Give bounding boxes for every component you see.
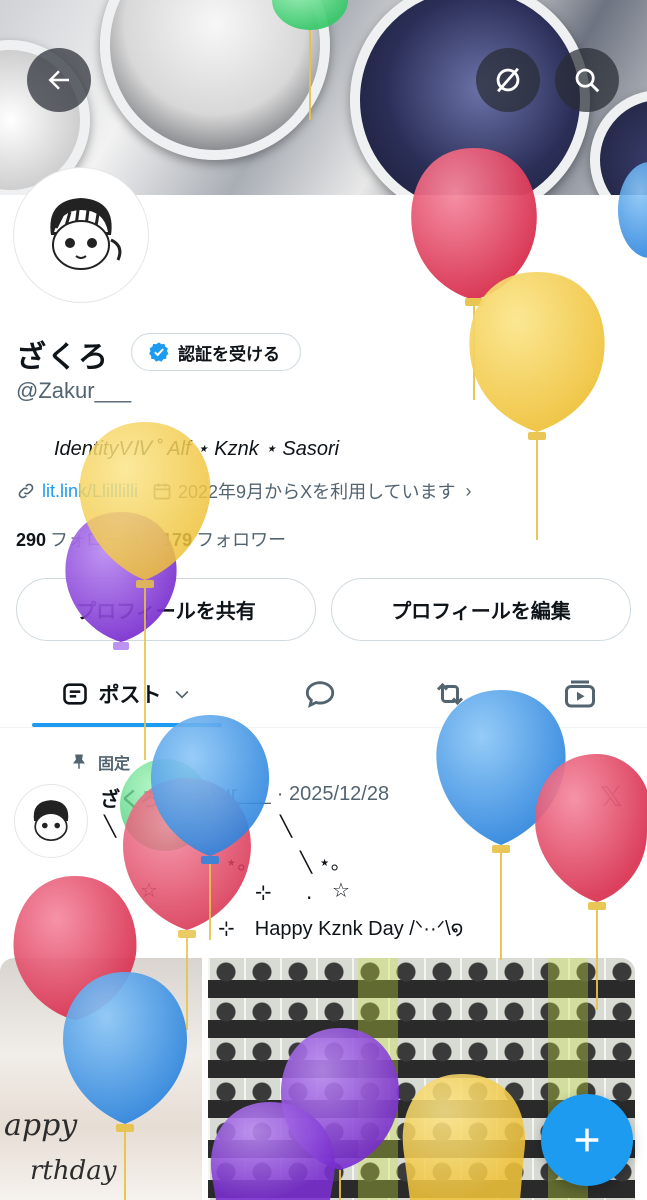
search-icon [575, 68, 600, 93]
share-profile-button[interactable]: プロフィールを共有 [16, 578, 316, 641]
active-tab-indicator [32, 723, 222, 727]
chevron-right-icon[interactable]: › [466, 481, 472, 502]
profile-link[interactable]: lit.link/Llilllilli [42, 481, 138, 502]
joined-date: 2022年9月からXを利用しています [178, 482, 456, 502]
avatar-drawing [33, 800, 69, 842]
deco-star: . [306, 880, 313, 904]
deco-star: ⋆｡ [225, 850, 248, 874]
grok-button[interactable] [476, 48, 540, 112]
back-button[interactable] [27, 48, 91, 112]
post-media-image[interactable]: appy rthday [0, 958, 202, 1200]
edit-profile-button[interactable]: プロフィールを編集 [331, 578, 631, 641]
search-button[interactable] [555, 48, 619, 112]
banner-badge [100, 0, 330, 160]
deco-star: ☆ [332, 878, 350, 902]
balloon [469, 272, 605, 540]
profile-tabs: ポスト [0, 660, 647, 728]
profile-meta: lit.link/Llilllilli 2022年9月からXを利用しています › [16, 478, 472, 504]
deco-star: ⊹ [255, 880, 272, 904]
follow-stats: 290 フォロー中 179 フォロワー [16, 526, 286, 552]
post-date: · 2025/12/28 [276, 783, 390, 805]
display-name: ざくろ [16, 340, 109, 375]
post-header: ざくろ @Zakur___ · 2025/12/28 [100, 783, 389, 812]
bio: IdentityVⅣ ˚ Alf ⋆ Kznk ⋆ Sasori [54, 438, 340, 460]
chevron-down-icon [175, 690, 188, 699]
followers-link[interactable]: 179 フォロワー [162, 526, 286, 552]
calendar-icon [153, 483, 171, 500]
following-link[interactable]: 290 フォロー中 [16, 526, 140, 552]
plus-icon [575, 1128, 599, 1152]
verify-button[interactable]: 認証を受ける [131, 333, 301, 371]
avatar[interactable] [14, 168, 148, 302]
tab-posts[interactable]: ポスト [30, 660, 222, 728]
tab-replies[interactable] [290, 660, 350, 728]
posts-icon [62, 683, 87, 705]
post-author-handle[interactable]: @Zakur___ [166, 783, 271, 812]
profile-banner[interactable] [0, 0, 647, 195]
tab-media[interactable] [550, 660, 610, 728]
arrow-left-icon [48, 70, 69, 90]
balloon [150, 715, 270, 940]
reply-icon [305, 681, 335, 708]
media-caption: rthday [30, 1156, 117, 1186]
tab-reposts[interactable] [420, 660, 480, 728]
deco-line: ╲ [104, 814, 117, 838]
avatar-drawing [50, 198, 122, 270]
pin-icon [73, 754, 85, 769]
handle: @Zakur___ [16, 378, 132, 403]
tab-posts-label: ポスト [98, 683, 162, 707]
post-author-name[interactable]: ざくろ [100, 783, 160, 812]
deco-line: ╲ ⋆｡ [300, 850, 341, 874]
x-logo-icon: 𝕏 [600, 780, 623, 813]
repost-icon [436, 682, 464, 706]
circle-slash-icon [496, 67, 520, 93]
deco-line: ╲ [280, 814, 293, 838]
compose-button[interactable] [541, 1094, 633, 1186]
deco-star: ☆ [140, 878, 158, 902]
pinned-indicator: 固定 [70, 750, 130, 774]
verified-badge-icon [149, 342, 169, 362]
post-text: ⊹ Happy Kznk Day /ᐠ··ᐟ\໑ [218, 918, 464, 940]
banner-badge [350, 0, 590, 195]
media-icon [565, 680, 595, 708]
media-caption: appy [4, 1108, 78, 1143]
verify-label: 認証を受ける [178, 344, 280, 365]
link-icon [18, 483, 34, 499]
post-avatar[interactable] [14, 784, 88, 858]
